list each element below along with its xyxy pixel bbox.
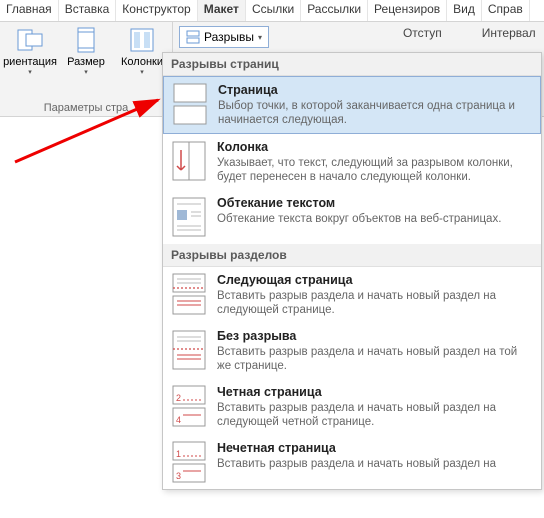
- break-page-icon: [172, 83, 208, 125]
- item-title: Без разрыва: [217, 329, 533, 343]
- break-next-page-icon: [171, 273, 207, 315]
- tab-mailings[interactable]: Рассылки: [301, 0, 368, 21]
- columns-label: Колонки: [121, 56, 163, 68]
- item-title: Четная страница: [217, 385, 533, 399]
- chevron-down-icon: ▾: [140, 68, 144, 76]
- breaks-label: Разрывы: [204, 30, 254, 44]
- orientation-icon: [14, 26, 46, 54]
- page-setup-group-label: Параметры стра: [6, 100, 166, 114]
- breaks-button[interactable]: Разрывы ▾: [179, 26, 269, 48]
- item-title: Обтекание текстом: [217, 196, 533, 210]
- orientation-label: риентация: [3, 56, 57, 68]
- chevron-down-icon: ▾: [28, 68, 32, 76]
- tab-layout[interactable]: Макет: [198, 0, 246, 21]
- tab-insert[interactable]: Вставка: [59, 0, 117, 21]
- item-desc: Вставить разрыв раздела и начать новый р…: [217, 401, 533, 429]
- item-desc: Вставить разрыв раздела и начать новый р…: [217, 457, 533, 471]
- svg-text:3: 3: [176, 471, 181, 481]
- break-column-item[interactable]: Колонка Указывает, что текст, следующий …: [163, 134, 541, 190]
- section-breaks-header: Разрывы разделов: [163, 244, 541, 267]
- tab-review[interactable]: Рецензиров: [368, 0, 447, 21]
- chevron-down-icon: ▾: [84, 68, 88, 76]
- item-desc: Вставить разрыв раздела и начать новый р…: [217, 289, 533, 317]
- tab-help[interactable]: Справ: [482, 0, 530, 21]
- tab-references[interactable]: Ссылки: [246, 0, 301, 21]
- break-continuous-item[interactable]: Без разрыва Вставить разрыв раздела и на…: [163, 323, 541, 379]
- columns-button[interactable]: Колонки ▾: [118, 26, 166, 76]
- tab-design[interactable]: Конструктор: [116, 0, 197, 21]
- size-button[interactable]: Размер ▾: [62, 26, 110, 76]
- page-breaks-header: Разрывы страниц: [163, 53, 541, 76]
- item-title: Колонка: [217, 140, 533, 154]
- break-odd-page-item[interactable]: 1 3 Нечетная страница Вставить разрыв ра…: [163, 435, 541, 489]
- indent-label: Отступ: [403, 26, 442, 40]
- chevron-down-icon: ▾: [258, 33, 262, 42]
- break-even-page-item[interactable]: 2 4 Четная страница Вставить разрыв разд…: [163, 379, 541, 435]
- columns-icon: [126, 26, 158, 54]
- break-next-page-item[interactable]: Следующая страница Вставить разрыв разде…: [163, 267, 541, 323]
- break-even-page-icon: 2 4: [171, 385, 207, 427]
- breaks-dropdown: Разрывы страниц Страница Выбор точки, в …: [162, 52, 542, 490]
- break-text-wrap-icon: [171, 196, 207, 238]
- item-desc: Указывает, что текст, следующий за разры…: [217, 156, 533, 184]
- svg-text:4: 4: [176, 415, 181, 425]
- break-column-icon: [171, 140, 207, 182]
- svg-text:1: 1: [176, 449, 181, 459]
- item-title: Следующая страница: [217, 273, 533, 287]
- break-text-wrap-item[interactable]: Обтекание текстом Обтекание текста вокру…: [163, 190, 541, 244]
- item-title: Нечетная страница: [217, 441, 533, 455]
- interval-label: Интервал: [482, 26, 536, 40]
- break-odd-page-icon: 1 3: [171, 441, 207, 483]
- item-desc: Обтекание текста вокруг объектов на веб-…: [217, 212, 533, 226]
- break-page-item[interactable]: Страница Выбор точки, в которой заканчив…: [163, 76, 541, 134]
- size-icon: [70, 26, 102, 54]
- orientation-button[interactable]: риентация ▾: [6, 26, 54, 76]
- size-label: Размер: [67, 56, 105, 68]
- breaks-icon: [186, 30, 200, 44]
- tab-home[interactable]: Главная: [0, 0, 59, 21]
- break-continuous-icon: [171, 329, 207, 371]
- page-setup-group: риентация ▾ Размер ▾ Колонки ▾: [0, 22, 173, 116]
- ribbon-tabs: Главная Вставка Конструктор Макет Ссылки…: [0, 0, 544, 22]
- svg-text:2: 2: [176, 393, 181, 403]
- tab-view[interactable]: Вид: [447, 0, 482, 21]
- item-desc: Выбор точки, в которой заканчивается одн…: [218, 99, 532, 127]
- item-desc: Вставить разрыв раздела и начать новый р…: [217, 345, 533, 373]
- item-title: Страница: [218, 83, 532, 97]
